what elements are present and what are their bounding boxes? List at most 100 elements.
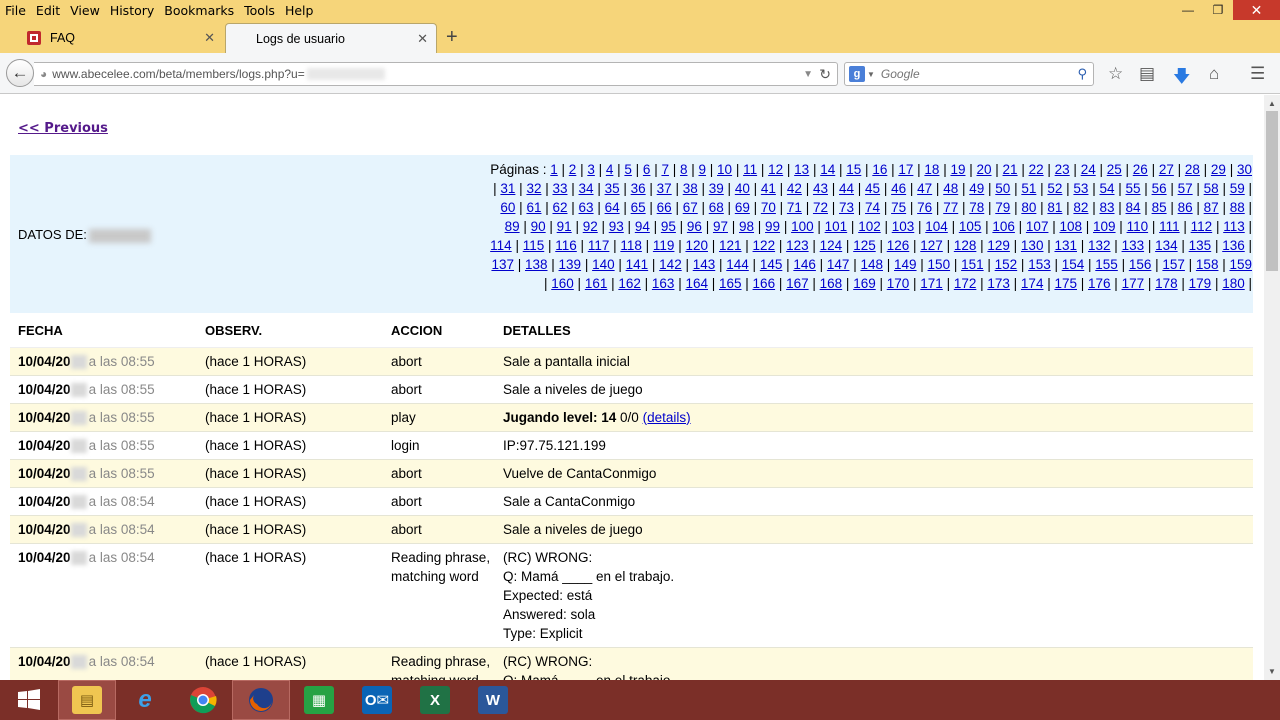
search-icon[interactable]: ⚲	[1077, 66, 1087, 82]
page-link-41[interactable]: 41	[761, 181, 776, 196]
page-link-75[interactable]: 75	[891, 200, 906, 215]
page-link-74[interactable]: 74	[865, 200, 880, 215]
page-link-166[interactable]: 166	[753, 276, 776, 291]
page-link-79[interactable]: 79	[995, 200, 1010, 215]
back-button[interactable]: ←	[6, 59, 34, 87]
page-link-103[interactable]: 103	[892, 219, 915, 234]
page-link-177[interactable]: 177	[1122, 276, 1145, 291]
page-link-158[interactable]: 158	[1196, 257, 1219, 272]
menu-view[interactable]: View	[65, 3, 105, 18]
page-link-38[interactable]: 38	[683, 181, 698, 196]
page-link-11[interactable]: 11	[743, 162, 757, 177]
previous-link[interactable]: << Previous	[18, 121, 108, 136]
page-link-99[interactable]: 99	[765, 219, 780, 234]
page-link-35[interactable]: 35	[605, 181, 620, 196]
page-link-5[interactable]: 5	[624, 162, 632, 177]
page-link-43[interactable]: 43	[813, 181, 828, 196]
page-link-12[interactable]: 12	[768, 162, 783, 177]
page-link-93[interactable]: 93	[609, 219, 624, 234]
page-link-163[interactable]: 163	[652, 276, 675, 291]
page-link-118[interactable]: 118	[620, 238, 642, 253]
page-link-141[interactable]: 141	[626, 257, 649, 272]
page-link-73[interactable]: 73	[839, 200, 854, 215]
page-link-87[interactable]: 87	[1204, 200, 1219, 215]
page-link-105[interactable]: 105	[959, 219, 982, 234]
page-link-162[interactable]: 162	[618, 276, 641, 291]
page-link-85[interactable]: 85	[1152, 200, 1167, 215]
page-link-77[interactable]: 77	[943, 200, 958, 215]
downloads-icon[interactable]: 🡇	[1173, 64, 1190, 93]
page-link-14[interactable]: 14	[820, 162, 835, 177]
menu-history[interactable]: History	[105, 3, 159, 18]
page-link-13[interactable]: 13	[794, 162, 809, 177]
page-link-53[interactable]: 53	[1073, 181, 1088, 196]
details-link[interactable]: (details)	[643, 410, 691, 425]
page-link-106[interactable]: 106	[992, 219, 1015, 234]
page-link-137[interactable]: 137	[491, 257, 514, 272]
page-link-34[interactable]: 34	[579, 181, 594, 196]
search-input[interactable]	[880, 67, 1071, 81]
engine-dropdown-icon[interactable]: ▼	[867, 70, 875, 79]
page-link-124[interactable]: 124	[820, 238, 843, 253]
page-link-26[interactable]: 26	[1133, 162, 1148, 177]
page-link-58[interactable]: 58	[1204, 181, 1219, 196]
page-link-145[interactable]: 145	[760, 257, 783, 272]
page-link-138[interactable]: 138	[525, 257, 548, 272]
page-link-92[interactable]: 92	[583, 219, 598, 234]
page-link-128[interactable]: 128	[954, 238, 977, 253]
page-link-144[interactable]: 144	[726, 257, 749, 272]
page-link-16[interactable]: 16	[872, 162, 887, 177]
taskbar-file-explorer[interactable]: ▤	[58, 680, 116, 720]
page-link-46[interactable]: 46	[891, 181, 906, 196]
page-link-62[interactable]: 62	[552, 200, 567, 215]
page-link-65[interactable]: 65	[631, 200, 646, 215]
menu-tools[interactable]: Tools	[239, 3, 280, 18]
page-link-130[interactable]: 130	[1021, 238, 1044, 253]
minimize-icon[interactable]: —	[1173, 0, 1203, 20]
page-link-126[interactable]: 126	[887, 238, 910, 253]
page-link-88[interactable]: 88	[1230, 200, 1245, 215]
page-link-36[interactable]: 36	[631, 181, 646, 196]
page-link-42[interactable]: 42	[787, 181, 802, 196]
page-link-3[interactable]: 3	[587, 162, 595, 177]
page-link-113[interactable]: 113	[1223, 219, 1245, 234]
taskbar-store[interactable]: ▦	[290, 680, 348, 720]
page-link-30[interactable]: 30	[1237, 162, 1252, 177]
page-link-139[interactable]: 139	[559, 257, 582, 272]
reload-icon[interactable]: ↻	[819, 66, 831, 83]
page-link-49[interactable]: 49	[969, 181, 984, 196]
page-link-178[interactable]: 178	[1155, 276, 1178, 291]
page-link-57[interactable]: 57	[1178, 181, 1193, 196]
page-link-17[interactable]: 17	[898, 162, 913, 177]
page-link-60[interactable]: 60	[500, 200, 515, 215]
page-link-165[interactable]: 165	[719, 276, 742, 291]
page-link-134[interactable]: 134	[1155, 238, 1178, 253]
hamburger-menu-icon[interactable]: ☰	[1250, 64, 1265, 84]
page-link-32[interactable]: 32	[526, 181, 541, 196]
page-link-155[interactable]: 155	[1095, 257, 1118, 272]
page-link-68[interactable]: 68	[709, 200, 724, 215]
close-tab-icon[interactable]: ✕	[417, 31, 428, 47]
taskbar-internet-explorer[interactable]: e	[116, 680, 174, 720]
page-link-20[interactable]: 20	[977, 162, 992, 177]
page-link-15[interactable]: 15	[846, 162, 861, 177]
page-link-21[interactable]: 21	[1003, 162, 1018, 177]
page-link-84[interactable]: 84	[1126, 200, 1141, 215]
page-link-150[interactable]: 150	[928, 257, 951, 272]
menu-file[interactable]: File	[0, 3, 31, 18]
page-link-148[interactable]: 148	[860, 257, 883, 272]
page-link-116[interactable]: 116	[555, 238, 577, 253]
close-tab-icon[interactable]: ✕	[204, 30, 215, 46]
page-link-112[interactable]: 112	[1191, 219, 1213, 234]
new-tab-icon[interactable]: +	[446, 26, 458, 49]
page-link-71[interactable]: 71	[787, 200, 802, 215]
page-link-97[interactable]: 97	[713, 219, 728, 234]
close-window-icon[interactable]: ✕	[1233, 0, 1280, 20]
page-link-37[interactable]: 37	[657, 181, 672, 196]
page-link-19[interactable]: 19	[950, 162, 965, 177]
page-link-50[interactable]: 50	[995, 181, 1010, 196]
page-link-173[interactable]: 173	[987, 276, 1010, 291]
page-link-81[interactable]: 81	[1047, 200, 1062, 215]
page-link-132[interactable]: 132	[1088, 238, 1111, 253]
page-link-89[interactable]: 89	[505, 219, 520, 234]
